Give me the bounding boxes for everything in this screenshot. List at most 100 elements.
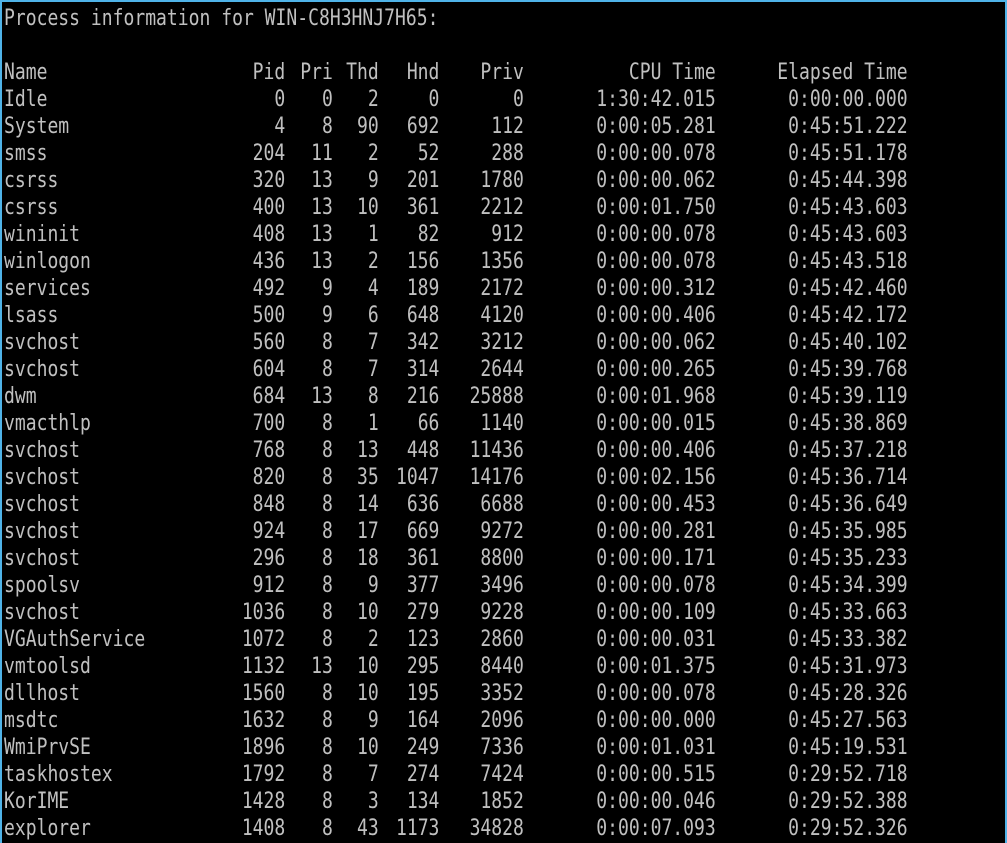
- process-cpu-time: 0:00:00.078: [596, 573, 716, 598]
- process-priority: 8: [321, 708, 333, 733]
- table-row: System 4 8 90 692 112 0:00:05.281 0:45:51.222: [4, 113, 908, 140]
- process-private-memory: 3212: [480, 330, 524, 355]
- process-cpu-time: 0:00:07.093: [596, 816, 716, 841]
- process-private-memory: 14176: [469, 465, 524, 490]
- process-pid: 924: [252, 519, 286, 544]
- process-handles: 669: [406, 519, 440, 544]
- process-handles: 1173: [395, 816, 440, 841]
- process-pid: 1072: [241, 627, 286, 652]
- process-name: vmtoolsd: [4, 654, 91, 679]
- table-row: msdtc 1632 8 9 164 2096 0:00:00.000 0:45:27.563: [4, 707, 908, 734]
- process-pid: 0: [274, 87, 286, 112]
- process-table-body: Idle 0 0 2 0 0 1:30:42.015 0:00:00.000 System 4 8 9…: [4, 86, 908, 842]
- process-threads: 14: [357, 492, 379, 517]
- process-threads: 2: [367, 249, 379, 274]
- process-handles: 156: [406, 249, 440, 274]
- process-cpu-time: 0:00:00.078: [596, 222, 716, 247]
- process-private-memory: 1852: [480, 789, 524, 814]
- process-priority: 11: [311, 141, 333, 166]
- process-cpu-time: 0:00:00.406: [596, 438, 716, 463]
- process-threads: 10: [357, 195, 379, 220]
- process-name: VGAuthService: [4, 627, 146, 652]
- process-handles: 123: [406, 627, 440, 652]
- header-name: Name: [4, 60, 48, 85]
- process-private-memory: 7424: [480, 762, 524, 787]
- process-private-memory: 9228: [480, 600, 524, 625]
- process-name: smss: [4, 141, 48, 166]
- process-pid: 1132: [241, 654, 286, 679]
- process-priority: 13: [311, 384, 333, 409]
- table-row: services 492 9 4 189 2172 0:00:00.312 0:45:42.4…: [4, 275, 908, 302]
- process-cpu-time: 0:00:00.453: [596, 492, 716, 517]
- process-cpu-time: 0:00:00.312: [596, 276, 716, 301]
- console-window[interactable]: Process information for WIN-C8H3HNJ7H65:…: [2, 2, 1005, 843]
- process-priority: 8: [321, 465, 333, 490]
- process-pid: 204: [252, 141, 286, 166]
- process-elapsed-time: 0:45:42.172: [788, 303, 908, 328]
- process-private-memory: 6688: [480, 492, 524, 517]
- process-cpu-time: 0:00:00.062: [596, 168, 716, 193]
- process-cpu-time: 0:00:01.375: [596, 654, 716, 679]
- header-pid: Pid: [252, 60, 286, 85]
- output-title: Process information for WIN-C8H3HNJ7H65:: [4, 6, 439, 31]
- process-private-memory: 3352: [480, 681, 524, 706]
- process-handles: 52: [417, 141, 440, 166]
- process-priority: 8: [321, 573, 333, 598]
- process-pid: 848: [252, 492, 286, 517]
- process-handles: 0: [428, 87, 440, 112]
- table-row: dllhost 1560 8 10 195 3352 0:00:00.078 0:45:28.…: [4, 680, 908, 707]
- process-name: svchost: [4, 492, 81, 517]
- process-elapsed-time: 0:45:43.603: [788, 195, 908, 220]
- table-row: taskhostex 1792 8 7 274 7424 0:00:00.515 0:29:5…: [4, 761, 908, 788]
- process-private-memory: 1356: [480, 249, 524, 274]
- process-private-memory: 11436: [469, 438, 524, 463]
- table-row: svchost 1036 8 10 279 9228 0:00:00.109 0:45:33.…: [4, 599, 908, 626]
- process-threads: 2: [367, 87, 379, 112]
- process-priority: 8: [321, 600, 333, 625]
- process-name: Idle: [4, 87, 48, 112]
- process-pid: 912: [252, 573, 286, 598]
- process-priority: 8: [321, 411, 333, 436]
- process-private-memory: 288: [491, 141, 524, 166]
- process-pid: 604: [252, 357, 286, 382]
- process-handles: 295: [406, 654, 440, 679]
- header-priv: Priv: [480, 60, 524, 85]
- process-cpu-time: 0:00:01.968: [596, 384, 716, 409]
- process-name: svchost: [4, 546, 81, 571]
- process-threads: 2: [367, 627, 379, 652]
- process-name: csrss: [4, 195, 59, 220]
- process-handles: 361: [406, 546, 440, 571]
- header-pri: Pri: [300, 60, 333, 85]
- process-private-memory: 7336: [480, 735, 524, 760]
- process-cpu-time: 0:00:00.015: [596, 411, 716, 436]
- process-threads: 18: [357, 546, 379, 571]
- process-pid: 700: [252, 411, 286, 436]
- process-private-memory: 2172: [480, 276, 524, 301]
- process-handles: 216: [406, 384, 440, 409]
- process-threads: 35: [357, 465, 379, 490]
- process-name: wininit: [4, 222, 81, 247]
- process-cpu-time: 0:00:00.031: [596, 627, 716, 652]
- process-name: vmacthlp: [4, 411, 91, 436]
- table-row: svchost 924 8 17 669 9272 0:00:00.281 0:45:35.9…: [4, 518, 908, 545]
- process-elapsed-time: 0:45:35.233: [788, 546, 908, 571]
- process-pid: 684: [252, 384, 286, 409]
- process-cpu-time: 0:00:00.078: [596, 681, 716, 706]
- table-header-row: Name Pid Pri Thd Hnd Priv CPU Time Elaps…: [4, 59, 908, 86]
- process-handles: 342: [406, 330, 440, 355]
- process-private-memory: 3496: [480, 573, 524, 598]
- process-priority: 8: [321, 519, 333, 544]
- process-private-memory: 1780: [480, 168, 524, 193]
- process-name: msdtc: [4, 708, 59, 733]
- table-row: VGAuthService 1072 8 2 123 2860 0:00:00.031 0:4…: [4, 626, 908, 653]
- process-name: spoolsv: [4, 573, 81, 598]
- process-priority: 13: [311, 249, 333, 274]
- process-priority: 9: [321, 276, 333, 301]
- process-elapsed-time: 0:45:51.222: [788, 114, 908, 139]
- table-row: csrss 400 13 10 361 2212 0:00:01.750 0:45:43.60…: [4, 194, 908, 221]
- header-thd: Thd: [346, 60, 379, 85]
- process-cpu-time: 0:00:01.031: [596, 735, 716, 760]
- process-private-memory: 9272: [480, 519, 524, 544]
- table-row: csrss 320 13 9 201 1780 0:00:00.062 0:45:44.398: [4, 167, 908, 194]
- process-elapsed-time: 0:45:39.119: [788, 384, 908, 409]
